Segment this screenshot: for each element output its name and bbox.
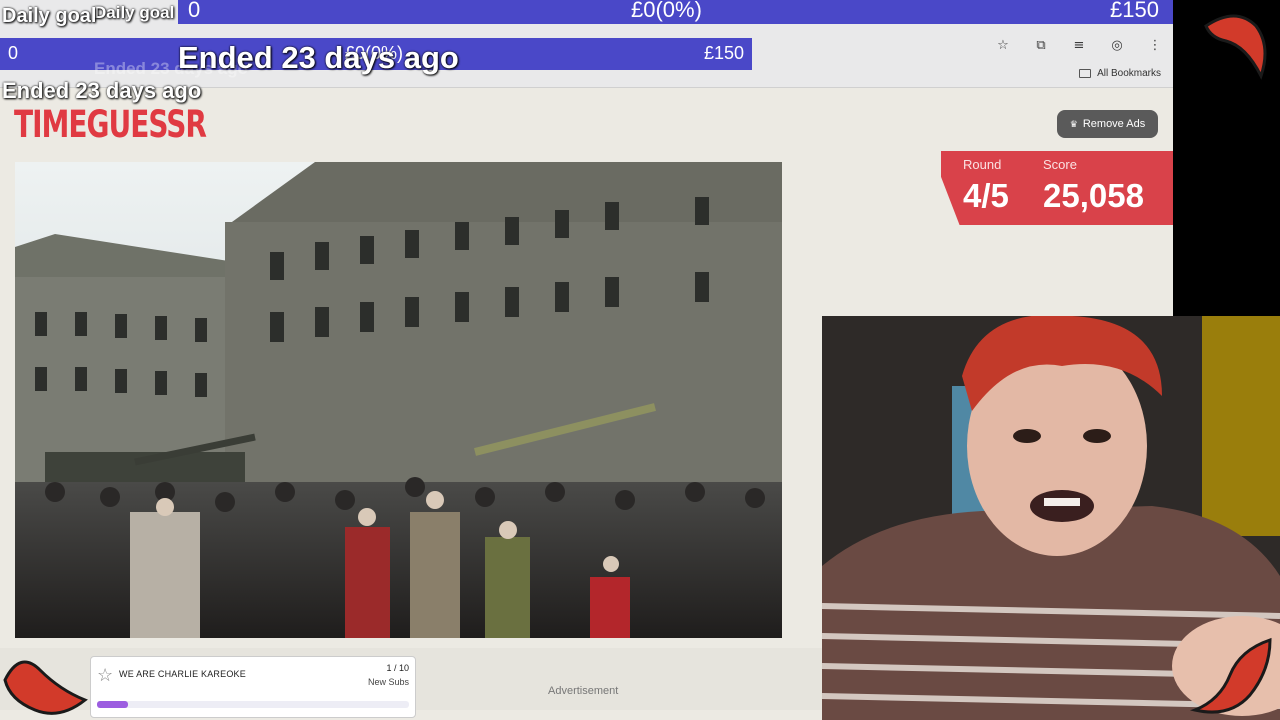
all-bookmarks-label: All Bookmarks [1097, 68, 1161, 79]
chili-icon [1190, 637, 1272, 714]
extensions-icon[interactable]: ⧉ [1033, 38, 1049, 53]
bar2-current: 0 [8, 43, 19, 63]
all-bookmarks-button[interactable]: All Bookmarks [1079, 68, 1161, 79]
sub-goal-progress-fill [97, 701, 129, 708]
goal-title: Daily goal [2, 5, 97, 27]
goal-title-secondary: Daily goal [94, 3, 175, 22]
goal-current: 0 [188, 0, 201, 22]
sub-goal-label: New Subs [367, 677, 409, 687]
folder-icon [1079, 69, 1092, 78]
sub-goal-widget: ☆ WE ARE CHARLIE KAREOKE 1 / 10 New Subs [90, 656, 416, 718]
guess-photo[interactable] [15, 162, 782, 638]
score-label: Score [1043, 157, 1077, 172]
menu-icon[interactable]: ⋮ [1147, 38, 1163, 53]
goal-status-large: Ended 23 days ago [178, 40, 459, 75]
bookmark-star-icon[interactable]: ☆ [995, 38, 1011, 53]
round-value: 4/5 [963, 177, 1009, 214]
goal-status: Ended 23 days ago [2, 78, 202, 103]
media-icon[interactable]: ≡ [1071, 38, 1087, 53]
round-label: Round [963, 157, 1002, 172]
star-icon: ☆ [97, 665, 114, 685]
daily-goal-bar: 0 £0(0%) £150 [178, 0, 1173, 24]
site-logo[interactable]: TIMEGUESSR [14, 102, 207, 147]
score-panel: Round 4/5 Score 25,058 [941, 151, 1173, 225]
photo-illustration [15, 162, 782, 638]
score-value: 25,058 [1043, 177, 1144, 214]
bar2-target: £150 [703, 43, 744, 63]
chili-icon [3, 660, 88, 715]
remove-ads-button[interactable]: ♛ Remove Ads [1057, 110, 1158, 138]
sub-goal-progress-track [97, 701, 409, 708]
goal-progress: £0(0%) [631, 0, 702, 22]
goal-target: £150 [1110, 0, 1159, 22]
sub-goal-count: 1 / 10 [386, 663, 409, 673]
advertisement-label: Advertisement [548, 685, 619, 697]
remove-ads-label: Remove Ads [1082, 118, 1146, 130]
chili-icon [1204, 14, 1267, 80]
crown-icon: ♛ [1069, 118, 1078, 129]
sub-goal-title: WE ARE CHARLIE KAREOKE [119, 669, 246, 679]
toolbar-icons: ☆ ⧉ ≡ ◎ ⋮ [995, 38, 1163, 53]
profile-icon[interactable]: ◎ [1109, 38, 1125, 53]
